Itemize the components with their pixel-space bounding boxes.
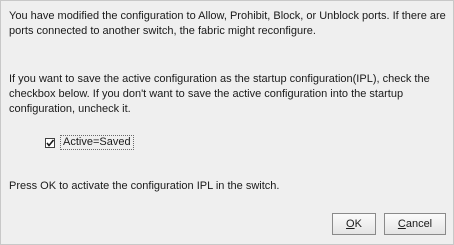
- ok-button[interactable]: OK: [332, 213, 376, 235]
- cancel-button[interactable]: Cancel: [384, 213, 446, 235]
- cancel-mnemonic: C: [397, 218, 406, 230]
- ok-mnemonic: O: [346, 218, 355, 230]
- active-saved-checkbox[interactable]: [45, 137, 55, 148]
- message-press-ok: Press OK to activate the configuration I…: [9, 180, 280, 192]
- message-save-instructions: If you want to save the active configura…: [9, 73, 430, 115]
- cancel-label-rest: ancel: [405, 218, 433, 230]
- confirmation-dialog: You have modified the configuration to A…: [0, 0, 454, 245]
- message-reconfigure-warning: You have modified the configuration to A…: [9, 10, 446, 37]
- checkmark-icon: [46, 138, 55, 147]
- ok-label-rest: K: [354, 218, 362, 230]
- active-saved-label[interactable]: Active=Saved: [60, 135, 134, 150]
- active-saved-checkbox-row[interactable]: Active=Saved: [45, 135, 134, 150]
